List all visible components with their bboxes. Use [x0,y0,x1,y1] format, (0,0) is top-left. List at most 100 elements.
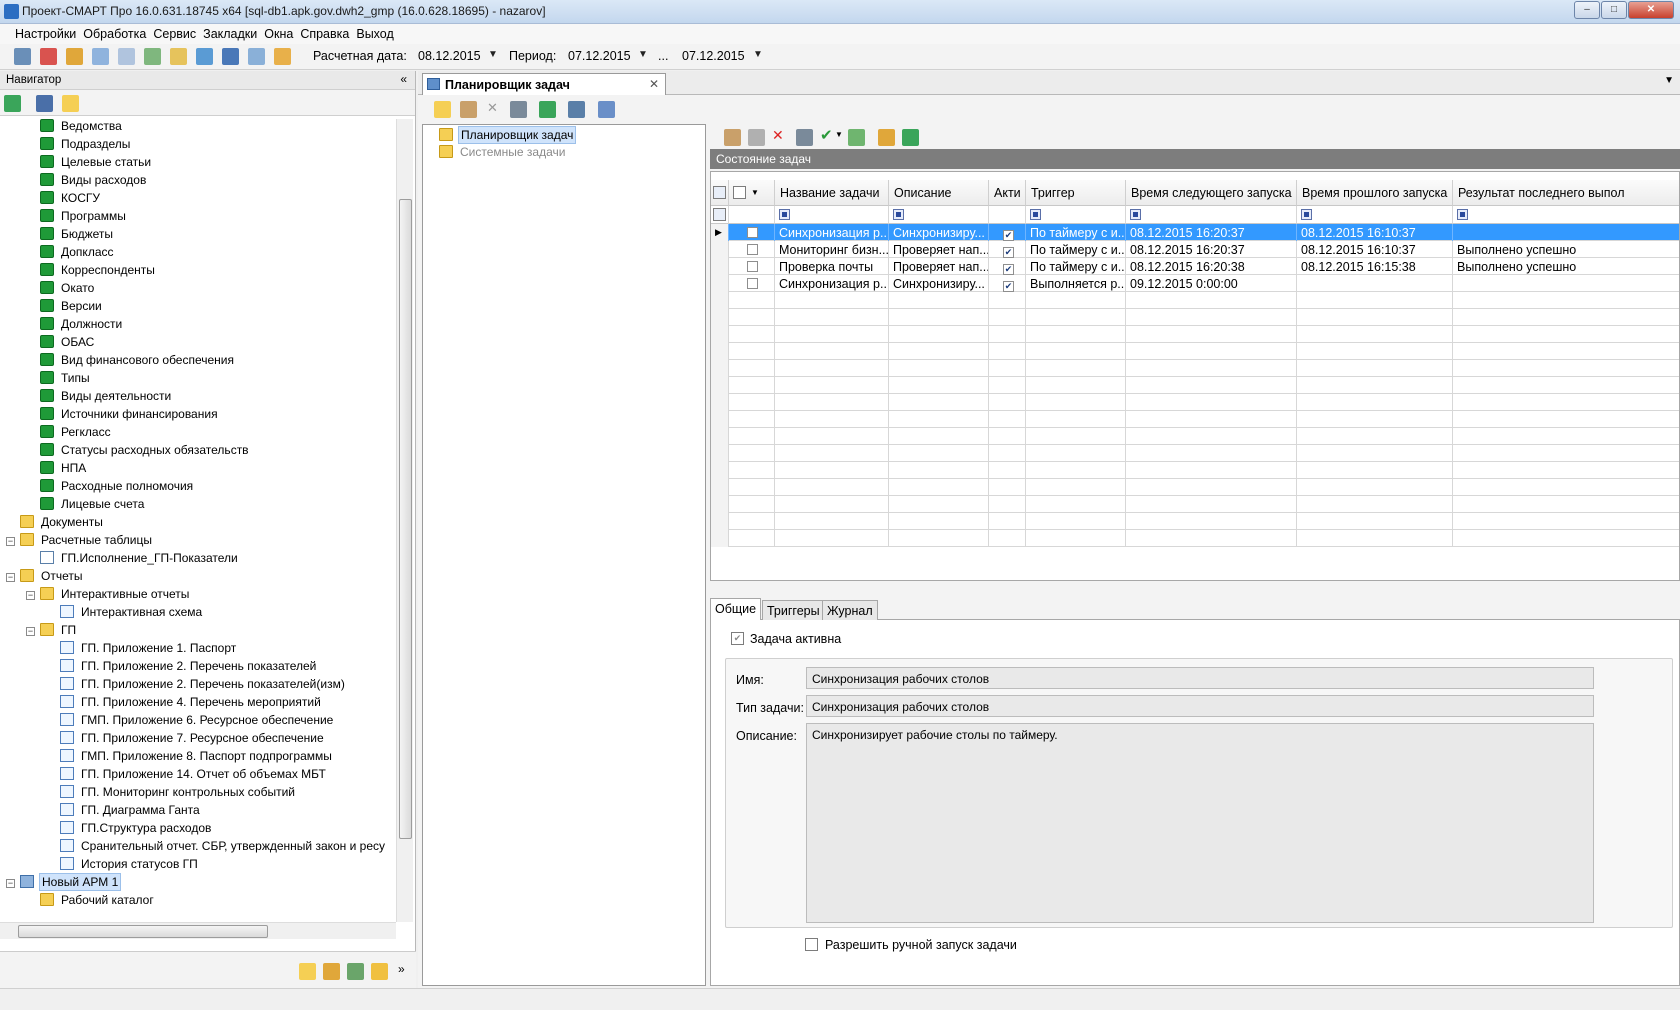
active-checkbox[interactable]: ✔ [1003,247,1014,258]
tree-item-documents[interactable]: Документы [20,515,105,533]
cell-result[interactable] [1453,275,1679,292]
check-icon[interactable]: ✔ [820,126,833,144]
tree-item-calc-tables[interactable]: Расчетные таблицы [20,533,154,551]
tree-item-reports[interactable]: Отчеты [20,569,84,587]
collapse-toggle-icon[interactable]: − [6,537,15,546]
task-icon[interactable] [460,101,477,118]
menu-processing[interactable]: Обработка [79,24,149,41]
cell-trigger[interactable]: По таймеру с и... [1026,224,1126,241]
import-icon[interactable] [878,129,895,146]
binoculars-icon[interactable] [36,95,53,112]
row-select-cell[interactable] [729,224,775,241]
copy-icon[interactable] [748,129,765,146]
book-icon[interactable] [222,48,239,65]
tree-item[interactable]: КОСГУ [40,191,102,209]
tree-item[interactable]: ГМП. Приложение 8. Паспорт подпрограммы [60,749,334,767]
folder-icon[interactable] [299,963,316,980]
filter-description[interactable] [889,206,989,224]
tree-item[interactable]: ГП. Приложение 4. Перечень мероприятий [60,695,323,713]
row-indicator[interactable] [711,258,729,275]
tree-item[interactable]: ГП. Приложение 2. Перечень показателей(и… [60,677,347,695]
cell-next[interactable]: 08.12.2015 16:20:37 [1126,241,1297,258]
cell-next[interactable]: 08.12.2015 16:20:37 [1126,224,1297,241]
tree-item-gp[interactable]: ГП [40,623,78,641]
navigator-vertical-scrollbar[interactable] [396,119,413,922]
tree-item-system-tasks[interactable]: Системные задачи [439,145,567,163]
tree-item[interactable]: ГП. Приложение 2. Перечень показателей [60,659,318,677]
cell-desc[interactable]: Проверяет нап... [889,258,989,275]
chevron-down-icon[interactable]: ▼ [753,49,763,60]
chevron-down-icon[interactable]: ▼ [488,49,498,60]
tree-item[interactable]: Лицевые счета [40,497,146,515]
monitor-icon[interactable] [598,101,615,118]
calc-date-value[interactable]: 08.12.2015 [418,49,481,63]
table-row[interactable]: ▶ Синхронизация р... Синхронизиру... ✔ По та… [711,224,1679,241]
row-checkbox[interactable] [747,244,758,255]
navigator-horizontal-scrollbar[interactable] [0,922,396,939]
row-select-cell[interactable] [729,258,775,275]
export-icon[interactable] [902,129,919,146]
delete-icon[interactable]: ✕ [487,100,498,116]
filter-active[interactable] [989,206,1026,224]
menu-service[interactable]: Сервис [149,24,199,41]
document-icon[interactable] [118,48,135,65]
row-indicator[interactable] [711,275,729,292]
user-icon[interactable] [274,48,291,65]
chevron-down-icon[interactable]: ▼ [835,130,843,139]
cell-trigger[interactable]: По таймеру с и... [1026,258,1126,275]
cell-next[interactable]: 09.12.2015 0:00:00 [1126,275,1297,292]
cell-name[interactable]: Синхронизация р... [775,275,889,292]
cell-result[interactable] [1453,224,1679,241]
tab-triggers[interactable]: Триггеры [762,600,825,620]
filter-icon[interactable] [1457,209,1468,220]
period-to-value[interactable]: 07.12.2015 [682,49,745,63]
tree-item[interactable]: Регкласс [40,425,113,443]
filter-icon[interactable] [1130,209,1141,220]
column-header-description[interactable]: Описание [889,180,989,206]
row-checkbox[interactable] [747,278,758,289]
tree-item-interactive-reports[interactable]: Интерактивные отчеты [40,587,191,605]
filter-next-run[interactable] [1126,206,1297,224]
filter-icon[interactable] [779,209,790,220]
cell-result[interactable]: Выполнено успешно [1453,258,1679,275]
tools-icon[interactable] [510,101,527,118]
name-field[interactable]: Синхронизация рабочих столов [806,667,1594,689]
collapse-icon[interactable]: « [400,72,407,86]
tree-item[interactable]: Версии [40,299,104,317]
tree-item[interactable]: ГП. Приложение 14. Отчет об объемах МБТ [60,767,328,785]
maximize-button[interactable]: □ [1601,1,1627,19]
refresh-icon[interactable] [539,101,556,118]
tree-item[interactable]: Целевые статьи [40,155,153,173]
minimize-button[interactable]: – [1574,1,1600,19]
cell-prev[interactable]: 08.12.2015 16:10:37 [1297,241,1453,258]
filter-result[interactable] [1453,206,1679,224]
active-checkbox[interactable]: ✔ [1003,281,1014,292]
chevron-down-icon[interactable]: ▼ [751,188,759,197]
select-all-checkbox[interactable] [733,186,746,199]
collapse-toggle-icon[interactable]: − [26,627,35,636]
cell-prev[interactable]: 08.12.2015 16:10:37 [1297,224,1453,241]
column-header-result[interactable]: Результат последнего выпол [1453,180,1679,206]
cell-active[interactable]: ✔ [989,241,1026,258]
cell-desc[interactable]: Синхронизиру... [889,275,989,292]
mail-icon[interactable] [371,963,388,980]
tab-journal[interactable]: Журнал [822,600,878,620]
type-field[interactable]: Синхронизация рабочих столов [806,695,1594,717]
grid-options-button[interactable] [711,180,729,206]
row-checkbox[interactable] [747,227,758,238]
filter-icon[interactable] [893,209,904,220]
cell-name[interactable]: Проверка почты [775,258,889,275]
column-header-active[interactable]: Акти [989,180,1026,206]
users-icon[interactable] [196,48,213,65]
options-icon[interactable] [713,186,726,199]
description-field[interactable]: Синхронизирует рабочие столы по таймеру. [806,723,1594,923]
tree-item[interactable]: НПА [40,461,88,479]
filter-icon[interactable] [1030,209,1041,220]
tree-item[interactable]: Корреспонденты [40,263,157,281]
tree-item[interactable]: Подразделы [40,137,132,155]
collapse-toggle-icon[interactable]: − [6,879,15,888]
row-checkbox[interactable] [747,261,758,272]
row-select-cell[interactable] [729,241,775,258]
tree-item[interactable]: Окато [40,281,96,299]
select-all-header[interactable]: ▼ [729,180,775,206]
